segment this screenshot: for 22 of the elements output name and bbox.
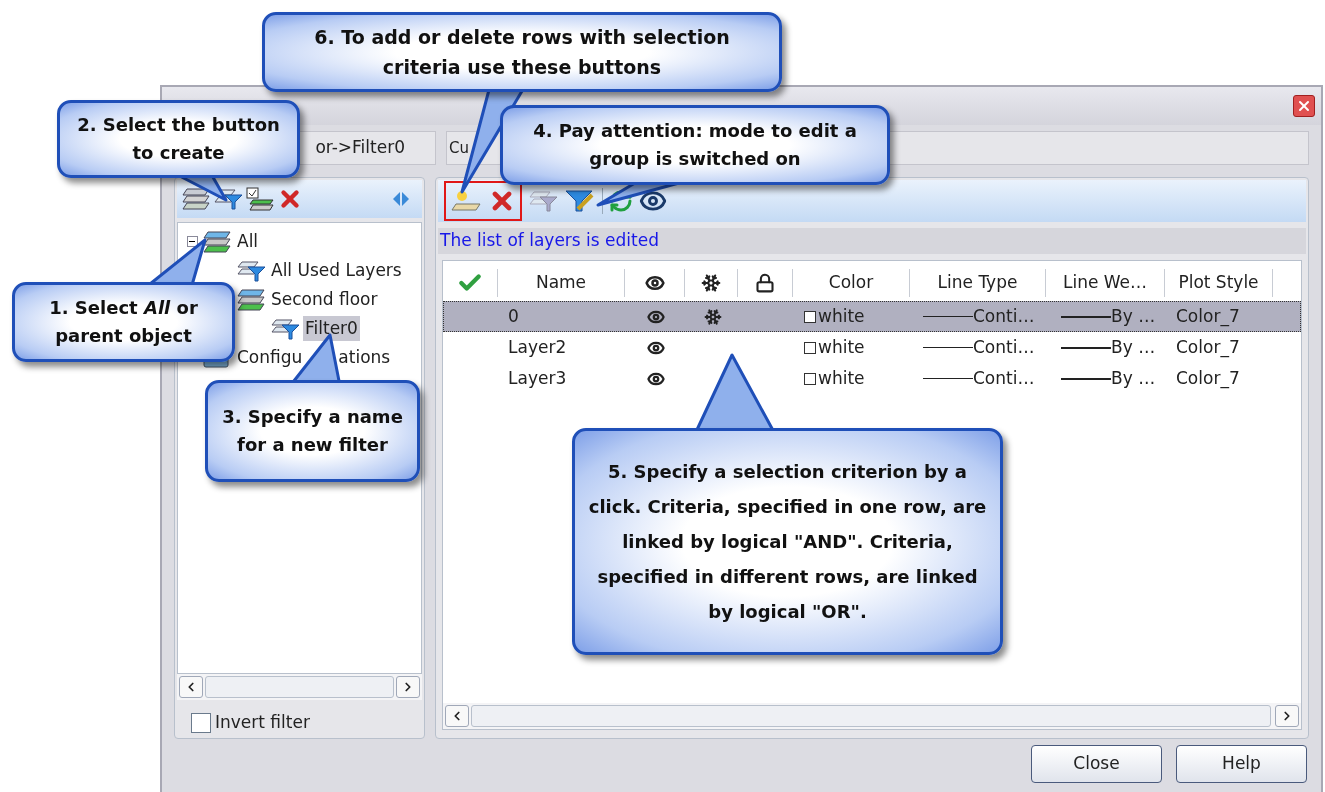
table-cell-text: 0 (507, 304, 520, 328)
table-cell-text: By … (1111, 366, 1156, 390)
table-cell-text: white (818, 366, 865, 390)
table-cell-text: Conti… (973, 335, 1035, 359)
callout-text: 5. Specify a selection criterion by a click. Criteria, specified in one row, are linked by logical "AND". Criteria, specified in different rows, are linked by logical "OR". (587, 460, 988, 624)
table-cell-text: Color_7 (1175, 366, 1241, 391)
table-cell-text: Layer2 (507, 335, 568, 359)
table-cell-text: white (818, 335, 865, 359)
table-cell-text: Layer3 (507, 366, 568, 390)
table-cell-text: Color_7 (1175, 304, 1241, 329)
callout-text: 1. Select All or parent object (48, 296, 199, 348)
checkbox-label: Invert filter (215, 711, 310, 735)
callout-text: 3. Specify a name for a new filter (221, 405, 404, 457)
table-cell-text: Conti… (973, 366, 1035, 390)
callout-text: 4. Pay attention: mode to edit a group is switched on (532, 119, 858, 171)
callout-text: 6. To add or delete rows with selection criteria use these buttons (313, 25, 731, 80)
tree-item-text: ations (338, 345, 391, 369)
table-cell-text: white (818, 304, 865, 328)
table-cell-text: Conti… (973, 304, 1035, 328)
table-cell-text: Color_7 (1175, 335, 1241, 360)
table-cell-text: By … (1111, 304, 1156, 328)
table-cell-text: By … (1111, 335, 1156, 359)
